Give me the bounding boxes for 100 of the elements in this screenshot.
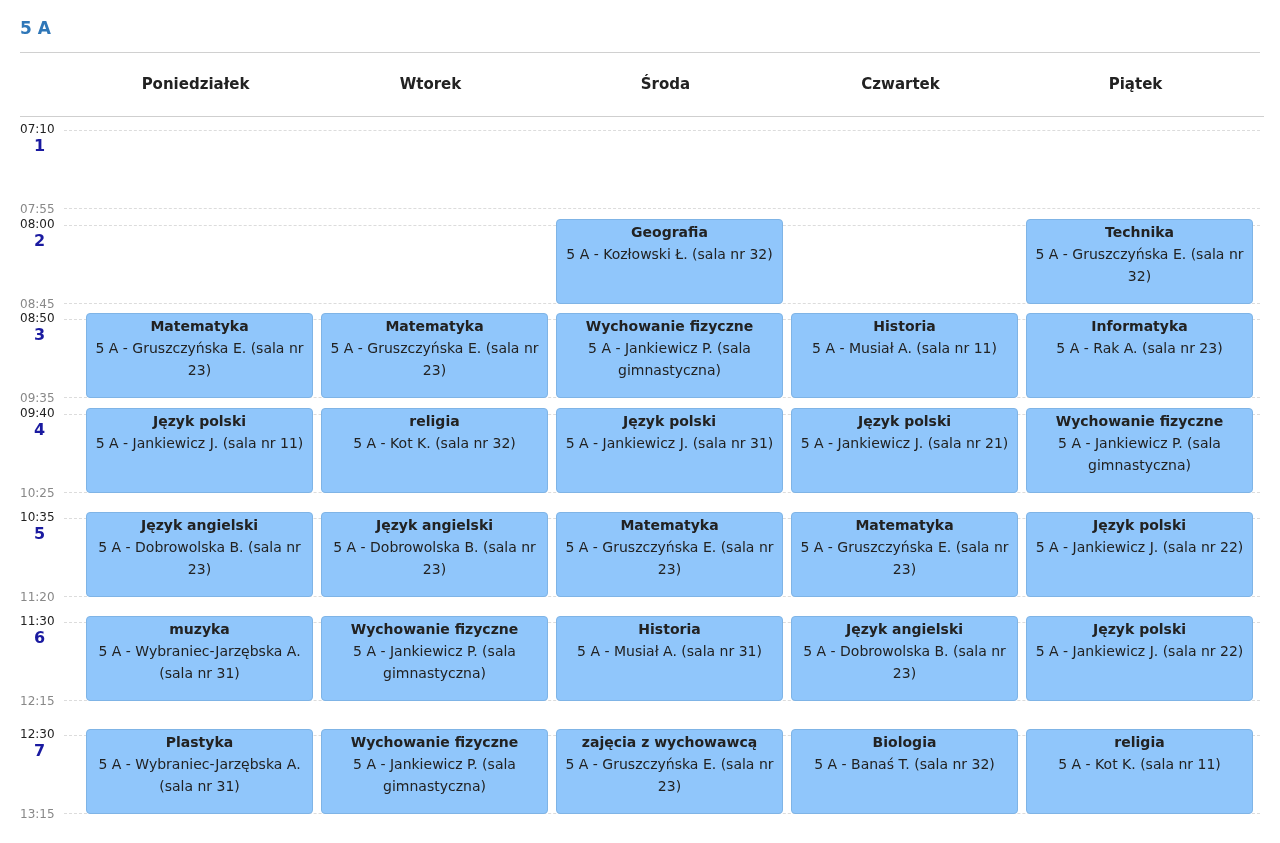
lesson-card[interactable]: Wychowanie fizyczne 5 A - Jankiewicz P. (sala gimnastyczna) <box>556 313 783 398</box>
lesson-card[interactable]: religia 5 A - Kot K. (sala nr 11) <box>1026 729 1253 814</box>
subject-name: Język polski <box>622 411 716 431</box>
lesson-card[interactable]: Biologia 5 A - Banaś T. (sala nr 32) <box>791 729 1018 814</box>
lesson-details: 5 A - Kot K. (sala nr 11) <box>1058 755 1221 774</box>
subject-name: Wychowanie fizyczne <box>585 317 754 336</box>
lesson-card[interactable]: zajęcia z wychowawcą 5 A - Gruszczyńska E. (sala nr 23) <box>556 729 783 814</box>
subject-name: Informatyka <box>1091 317 1188 336</box>
lesson-details: 5 A - Gruszczyńska E. (sala nr 23) <box>94 339 305 380</box>
lesson-number: 7 <box>34 741 46 761</box>
lesson-card[interactable]: Język angielski 5 A - Dobrowolska B. (sala nr 23) <box>791 615 1018 701</box>
lesson-details: 5 A - Jankiewicz P. (sala gimnastyczna) <box>1057 433 1222 475</box>
end-time: 12:15 <box>20 694 55 708</box>
lesson-card[interactable]: Język polski 5 A - Jankiewicz J. (sala nr 21) <box>791 407 1018 493</box>
subject-name: Język angielski <box>375 515 494 535</box>
subject-name: Wychowanie fizyczne <box>350 619 519 639</box>
class-title: 5 A <box>20 17 51 40</box>
lesson-card[interactable]: Technika 5 A - Gruszczyńska E. (sala nr 32) <box>1026 218 1253 304</box>
lesson-number: 2 <box>34 230 46 251</box>
subject-name: Geografia <box>631 222 708 242</box>
subject-name: Biologia <box>872 733 937 752</box>
lesson-details: 5 A - Dobrowolska B. (sala nr 23) <box>97 537 302 579</box>
day-header: Czwartek <box>861 74 940 96</box>
start-time: 11:30 <box>20 614 55 628</box>
lesson-card[interactable]: Geografia 5 A - Kozłowski Ł. (sala nr 32) <box>556 218 783 304</box>
lesson-card[interactable]: Matematyka 5 A - Gruszczyńska E. (sala nr 23) <box>321 313 548 398</box>
lesson-card[interactable]: Język polski 5 A - Jankiewicz J. (sala nr 22) <box>1026 511 1253 597</box>
lesson-number: 1 <box>34 136 46 156</box>
lesson-details: 5 A - Gruszczyńska E. (sala nr 23) <box>799 537 1010 579</box>
lesson-card[interactable]: Informatyka 5 A - Rak A. (sala nr 23) <box>1026 313 1253 398</box>
start-time: 08:50 <box>20 312 55 325</box>
subject-name: Plastyka <box>165 733 234 752</box>
subject-name: Język polski <box>152 411 246 431</box>
lesson-card[interactable]: religia 5 A - Kot K. (sala nr 32) <box>321 407 548 493</box>
subject-name: Wychowanie fizyczne <box>1055 411 1224 431</box>
lesson-details: 5 A - Kozłowski Ł. (sala nr 32) <box>566 244 773 264</box>
day-header: Środa <box>640 73 691 96</box>
lesson-details: 5 A - Wybraniec-Jarzębska A. (sala nr 31) <box>97 641 302 683</box>
lesson-card[interactable]: Język angielski 5 A - Dobrowolska B. (sala nr 23) <box>86 511 313 597</box>
day-header: Piątek <box>1108 74 1163 96</box>
lesson-card[interactable]: Język angielski 5 A - Dobrowolska B. (sala nr 23) <box>321 511 548 597</box>
subject-name: Matematyka <box>620 515 719 535</box>
lesson-details: 5 A - Dobrowolska B. (sala nr 23) <box>802 641 1007 683</box>
lesson-details: 5 A - Wybraniec-Jarzębska A. (sala nr 31) <box>97 755 302 796</box>
lesson-number: 6 <box>34 627 46 648</box>
lesson-details: 5 A - Jankiewicz P. (sala gimnastyczna) <box>587 339 752 380</box>
lesson-card[interactable]: muzyka 5 A - Wybraniec-Jarzębska A. (sala nr 31) <box>86 615 313 701</box>
subject-name: Język polski <box>857 411 951 431</box>
lesson-details: 5 A - Jankiewicz J. (sala nr 31) <box>565 433 774 453</box>
day-header: Wtorek <box>399 74 462 96</box>
lesson-details: 5 A - Rak A. (sala nr 23) <box>1056 339 1223 358</box>
lesson-details: 5 A - Gruszczyńska E. (sala nr 23) <box>564 755 775 796</box>
lesson-card[interactable]: Historia 5 A - Musiał A. (sala nr 31) <box>556 615 783 701</box>
lesson-details: 5 A - Banaś T. (sala nr 32) <box>814 755 995 774</box>
subject-name: Matematyka <box>385 317 484 336</box>
lesson-details: 5 A - Dobrowolska B. (sala nr 23) <box>332 537 537 579</box>
end-time: 07:55 <box>20 203 55 216</box>
lesson-details: 5 A - Gruszczyńska E. (sala nr 32) <box>1034 244 1245 286</box>
lesson-card[interactable]: Wychowanie fizyczne 5 A - Jankiewicz P. (sala gimnastyczna) <box>321 729 548 814</box>
lesson-card[interactable]: Język polski 5 A - Jankiewicz J. (sala nr 11) <box>86 407 313 493</box>
lesson-number: 3 <box>34 325 46 345</box>
subject-name: religia <box>1114 733 1165 752</box>
subject-name: Matematyka <box>855 515 954 535</box>
start-time: 10:35 <box>20 510 55 524</box>
lesson-details: 5 A - Gruszczyńska E. (sala nr 23) <box>564 537 775 579</box>
subject-name: Język polski <box>1092 515 1186 535</box>
lesson-card[interactable]: Matematyka 5 A - Gruszczyńska E. (sala nr 23) <box>556 511 783 597</box>
end-time: 08:45 <box>20 297 55 311</box>
lesson-card[interactable]: Plastyka 5 A - Wybraniec-Jarzębska A. (sala nr 31) <box>86 729 313 814</box>
lesson-card[interactable]: Wychowanie fizyczne 5 A - Jankiewicz P. (sala gimnastyczna) <box>1026 407 1253 493</box>
lesson-details: 5 A - Musiał A. (sala nr 11) <box>812 339 997 358</box>
lesson-details: 5 A - Jankiewicz P. (sala gimnastyczna) <box>352 755 517 796</box>
lesson-card[interactable]: Matematyka 5 A - Gruszczyńska E. (sala nr 23) <box>791 511 1018 597</box>
lesson-card[interactable]: Język polski 5 A - Jankiewicz J. (sala nr 22) <box>1026 615 1253 701</box>
day-header: Poniedziałek <box>141 74 250 96</box>
end-time: 10:25 <box>20 486 55 500</box>
lesson-details: 5 A - Jankiewicz J. (sala nr 21) <box>800 433 1009 453</box>
lesson-card[interactable]: Historia 5 A - Musiał A. (sala nr 11) <box>791 313 1018 398</box>
start-time: 12:30 <box>20 728 55 741</box>
lesson-card[interactable]: Język polski 5 A - Jankiewicz J. (sala nr 31) <box>556 407 783 493</box>
start-time: 08:00 <box>20 217 55 231</box>
subject-name: religia <box>409 411 460 431</box>
subject-name: Wychowanie fizyczne <box>350 733 519 752</box>
subject-name: Matematyka <box>150 317 249 336</box>
lesson-details: 5 A - Gruszczyńska E. (sala nr 23) <box>329 339 540 380</box>
lesson-details: 5 A - Jankiewicz J. (sala nr 22) <box>1035 537 1244 557</box>
lesson-details: 5 A - Kot K. (sala nr 32) <box>353 433 516 453</box>
lesson-details: 5 A - Jankiewicz P. (sala gimnastyczna) <box>352 641 517 683</box>
lesson-details: 5 A - Musiał A. (sala nr 31) <box>577 641 762 661</box>
end-time: 13:15 <box>20 808 55 821</box>
subject-name: muzyka <box>169 619 230 639</box>
end-time: 09:35 <box>20 392 55 405</box>
subject-name: Język angielski <box>140 515 259 535</box>
subject-name: Język polski <box>1092 619 1186 639</box>
subject-name: zajęcia z wychowawcą <box>581 733 758 752</box>
lesson-details: 5 A - Jankiewicz J. (sala nr 11) <box>95 433 304 453</box>
lesson-details: 5 A - Jankiewicz J. (sala nr 22) <box>1035 641 1244 661</box>
lesson-card[interactable]: Matematyka 5 A - Gruszczyńska E. (sala nr 23) <box>86 313 313 398</box>
lesson-card[interactable]: Wychowanie fizyczne 5 A - Jankiewicz P. (sala gimnastyczna) <box>321 615 548 701</box>
end-time: 11:20 <box>20 590 55 604</box>
